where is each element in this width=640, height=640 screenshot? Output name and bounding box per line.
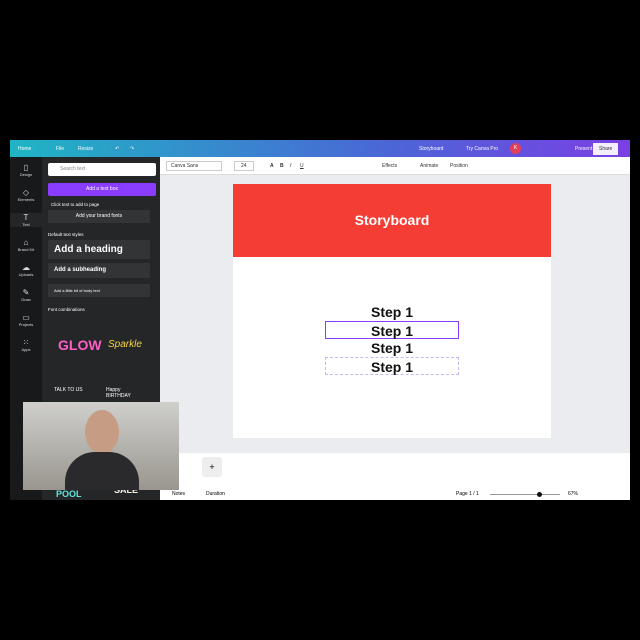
add-heading[interactable]: Add a heading: [48, 240, 150, 259]
rail-projects[interactable]: ▭ Projects: [10, 313, 42, 327]
share-button[interactable]: Share: [593, 142, 619, 155]
notes-button[interactable]: Notes: [172, 491, 185, 497]
rail-design[interactable]: ▯ Design: [10, 163, 42, 177]
redo-icon[interactable]: ↷: [130, 146, 134, 152]
step-text[interactable]: Step 1: [325, 321, 459, 339]
combo-sparkle[interactable]: Sparkle: [108, 339, 142, 350]
brand-fonts-button[interactable]: Add your brand fonts: [48, 210, 150, 223]
step-text[interactable]: Step 1: [325, 357, 459, 375]
zoom-slider[interactable]: [490, 492, 560, 497]
step-text[interactable]: Step 1: [325, 339, 459, 357]
bold-icon[interactable]: B: [280, 163, 284, 169]
bottom-bar: + Notes Duration Page 1 / 1 67%: [160, 453, 630, 500]
default-styles-label: Default text styles: [48, 232, 84, 237]
underline-icon[interactable]: U: [300, 163, 304, 169]
zoom-level[interactable]: 67%: [568, 491, 578, 497]
resize-button[interactable]: Resize: [78, 146, 93, 152]
home-button[interactable]: Home: [18, 146, 31, 152]
add-textbox-button[interactable]: Add a text box: [48, 183, 156, 196]
step-text[interactable]: Step 1: [325, 303, 459, 321]
present-button[interactable]: Present: [575, 146, 592, 152]
text-toolbar: Canva Sans 24 A B I U Effects Animate Po…: [160, 157, 630, 175]
combo-talk[interactable]: TALK TO US: [54, 387, 83, 393]
rail-text[interactable]: T Text: [10, 213, 42, 227]
combo-birthday[interactable]: Happy BIRTHDAY: [106, 387, 146, 399]
rail-draw[interactable]: ✎ Draw: [10, 288, 42, 302]
document-title[interactable]: Storyboard: [419, 146, 443, 152]
rail-brand[interactable]: ⌂ Brand Kit: [10, 238, 42, 252]
rail-apps[interactable]: ⁙ Apps: [10, 338, 42, 352]
page-indicator[interactable]: Page 1 / 1: [456, 491, 479, 497]
undo-icon[interactable]: ↶: [115, 146, 119, 152]
add-page-icon[interactable]: +: [202, 457, 222, 477]
file-menu[interactable]: File: [56, 146, 64, 152]
position-button[interactable]: Position: [450, 163, 468, 169]
font-select[interactable]: Canva Sans: [166, 161, 222, 171]
webcam-overlay: [23, 402, 179, 490]
avatar[interactable]: K: [510, 143, 521, 154]
add-body[interactable]: Add a little bit of body text: [48, 284, 150, 297]
combo-pool[interactable]: POOL: [56, 489, 82, 499]
add-subheading[interactable]: Add a subheading: [48, 263, 150, 278]
italic-icon[interactable]: I: [290, 163, 291, 169]
rail-uploads[interactable]: ☁ Uploads: [10, 263, 42, 277]
combinations-label: Font combinations: [48, 307, 85, 312]
page-title[interactable]: Storyboard: [233, 184, 551, 257]
combo-glow[interactable]: GLOW: [58, 337, 102, 353]
font-size[interactable]: 24: [234, 161, 254, 171]
text-color-icon[interactable]: A: [270, 163, 274, 169]
try-pro-button[interactable]: Try Canva Pro: [466, 146, 498, 152]
animate-button[interactable]: Animate: [420, 163, 438, 169]
top-bar: Home File Resize ↶ ↷ Storyboard Try Canv…: [10, 140, 630, 157]
design-page[interactable]: Storyboard Step 1 Step 1 Step 1 Step 1: [233, 184, 551, 438]
rail-elements[interactable]: ◇ Elements: [10, 188, 42, 202]
duration-button[interactable]: Duration: [206, 491, 225, 497]
search-input[interactable]: Search text: [48, 163, 156, 176]
effects-button[interactable]: Effects: [382, 163, 397, 169]
click-hint: Click text to add to page: [51, 202, 100, 207]
